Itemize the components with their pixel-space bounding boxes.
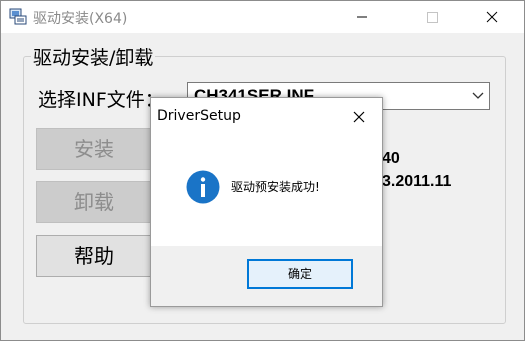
minimize-button[interactable] bbox=[339, 1, 385, 33]
dialog-close-button[interactable] bbox=[347, 106, 371, 128]
chevron-down-icon bbox=[472, 92, 484, 99]
dialog-footer: 确定 bbox=[151, 246, 382, 306]
uninstall-button[interactable]: 卸载 bbox=[36, 181, 152, 223]
installer-icon bbox=[9, 7, 27, 25]
ok-button[interactable]: 确定 bbox=[247, 259, 353, 289]
maximize-icon bbox=[427, 12, 438, 23]
close-icon bbox=[353, 111, 365, 123]
inf-file-label: 选择INF文件： bbox=[38, 89, 164, 111]
maximize-button[interactable] bbox=[409, 1, 455, 33]
driver-info-line-2: 3.2011.11 bbox=[382, 173, 452, 190]
close-icon bbox=[486, 11, 498, 23]
close-button[interactable] bbox=[469, 1, 515, 33]
window-title: 驱动安装(X64) bbox=[33, 11, 128, 27]
driver-info-panel: 40 3.2011.11 bbox=[366, 128, 491, 278]
install-button[interactable]: 安装 bbox=[36, 128, 152, 170]
title-bar[interactable]: 驱动安装(X64) bbox=[1, 1, 524, 33]
driver-info-line-1: 40 bbox=[382, 150, 400, 167]
dialog-body: 驱动预安装成功! bbox=[151, 136, 382, 246]
groupbox-title: 驱动安装/卸载 bbox=[31, 43, 156, 70]
minimize-icon bbox=[357, 16, 367, 18]
info-icon bbox=[186, 170, 220, 204]
help-button[interactable]: 帮助 bbox=[36, 235, 152, 277]
dialog-message: 驱动预安装成功! bbox=[231, 180, 320, 194]
dialog-title: DriverSetup bbox=[157, 108, 241, 124]
driversetup-dialog: DriverSetup 驱动预安装成功! 确定 bbox=[150, 97, 383, 307]
